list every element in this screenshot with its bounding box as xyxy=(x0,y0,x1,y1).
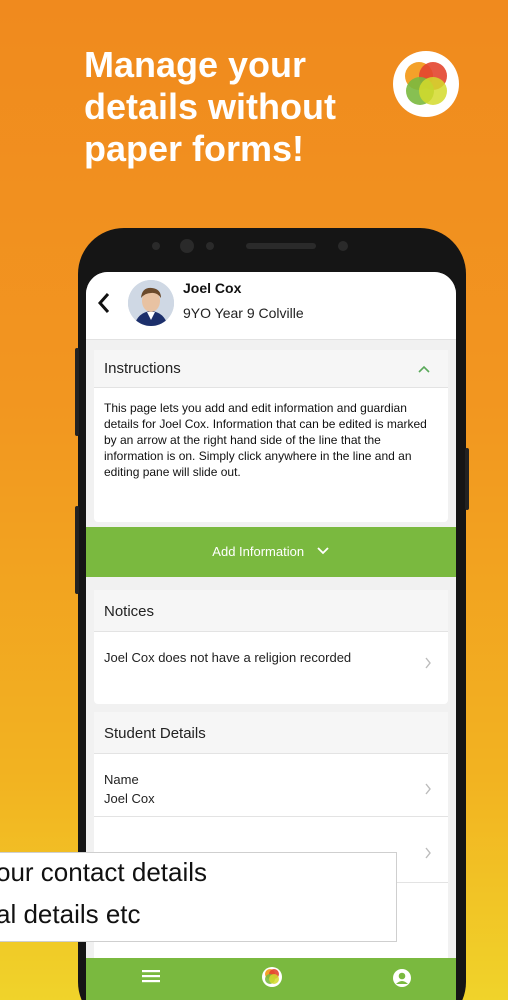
instructions-header[interactable]: Instructions xyxy=(94,350,448,388)
chevron-right-icon xyxy=(424,782,432,800)
speaker-grille xyxy=(246,243,316,249)
chevron-down-icon xyxy=(317,547,329,555)
name-label: Name xyxy=(104,772,139,787)
name-row[interactable]: Name Joel Cox xyxy=(104,770,155,808)
headline-line-3: paper forms! xyxy=(84,128,305,169)
name-value: Joel Cox xyxy=(104,791,155,806)
student-class-info: 9YO Year 9 Colville xyxy=(183,305,304,321)
instructions-card: Instructions This page lets you add and … xyxy=(94,350,448,522)
sensor-dot xyxy=(152,242,160,250)
back-button[interactable] xyxy=(96,290,112,320)
phone-side-button xyxy=(75,348,79,436)
caption-line-1: our contact details xyxy=(0,857,208,887)
chevron-right-icon[interactable] xyxy=(424,846,432,864)
phone-side-button xyxy=(75,506,79,594)
sensor-dot xyxy=(206,242,214,250)
notices-title: Notices xyxy=(104,603,155,620)
instructions-text: This page lets you add and edit informat… xyxy=(104,401,427,479)
notices-card: Notices Joel Cox does not have a religio… xyxy=(94,590,448,704)
app-logo-icon xyxy=(393,51,459,117)
student-details-header: Student Details xyxy=(94,712,448,754)
caption-line-2: al details etc xyxy=(0,899,141,929)
add-information-button[interactable]: Add Information xyxy=(86,527,456,577)
add-information-label: Add Information xyxy=(212,544,305,559)
marketing-headline: Manage your details without paper forms! xyxy=(84,44,384,170)
headline-line-1: Manage your xyxy=(84,44,307,85)
user-circle-icon[interactable] xyxy=(392,968,412,992)
camera-dot xyxy=(180,239,194,253)
notice-item[interactable]: Joel Cox does not have a religion record… xyxy=(104,648,354,667)
bottom-navigation xyxy=(86,958,456,1000)
chevron-right-icon xyxy=(424,656,432,674)
chevron-up-icon[interactable] xyxy=(418,361,430,377)
profile-header: Joel Cox 9YO Year 9 Colville xyxy=(86,272,456,340)
student-details-title: Student Details xyxy=(104,725,206,742)
caption-overlay: our contact details al details etc xyxy=(0,852,397,942)
chevron-left-icon xyxy=(97,293,110,313)
student-name: Joel Cox xyxy=(183,280,242,296)
headline-line-2: details without xyxy=(84,86,336,127)
notices-header: Notices xyxy=(94,590,448,632)
row-divider xyxy=(94,816,448,817)
instructions-title: Instructions xyxy=(104,360,181,377)
front-camera xyxy=(338,241,348,251)
hamburger-menu-icon[interactable] xyxy=(142,968,160,988)
avatar xyxy=(128,280,174,326)
home-logo-icon[interactable] xyxy=(261,966,283,992)
phone-power-button xyxy=(465,448,469,510)
